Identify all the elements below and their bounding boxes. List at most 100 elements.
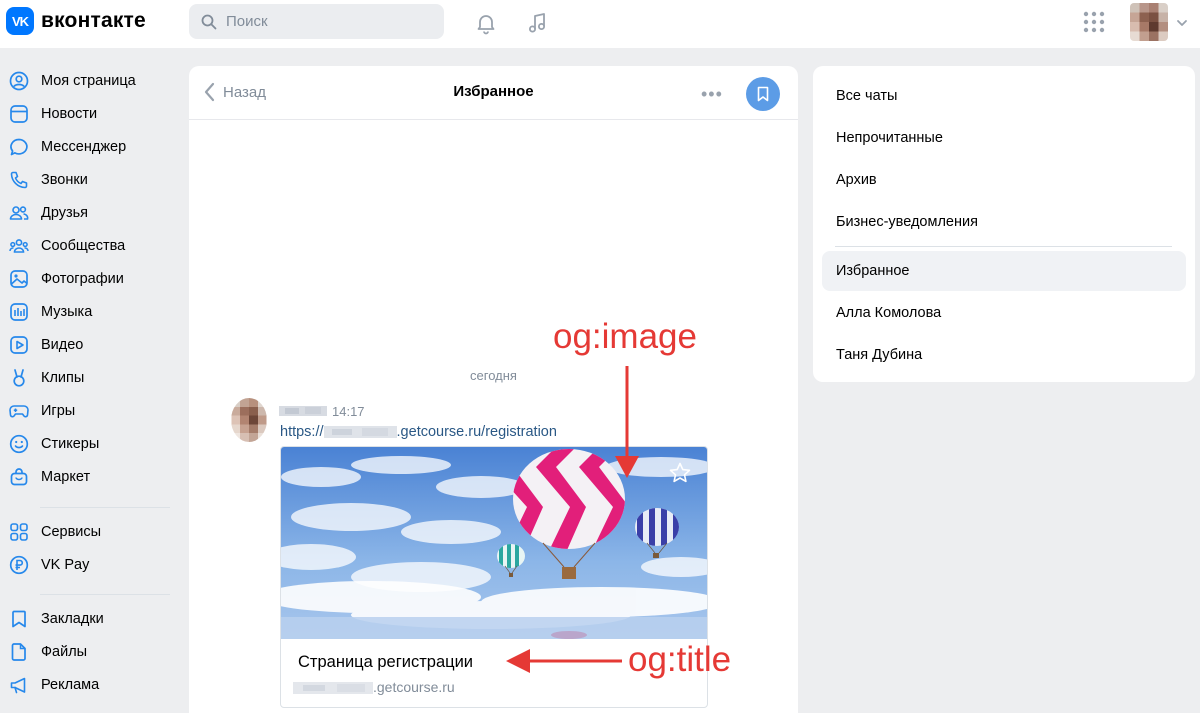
sidebar-item-stickers[interactable]: Стикеры (8, 428, 178, 460)
sidebar-item-label: Игры (41, 403, 76, 419)
chat-label: Избранное (836, 263, 910, 279)
sidebar-item-files[interactable]: Файлы (8, 636, 178, 668)
sidebar-item-label: Новости (41, 106, 98, 122)
photo-icon (8, 268, 30, 290)
filter-business-notifications[interactable]: Бизнес-уведомления (822, 202, 1186, 242)
sidebar-item-bookmarks[interactable]: Закладки (8, 603, 178, 635)
sidebar-item-label: Друзья (41, 205, 89, 221)
profile-avatar[interactable] (1130, 3, 1168, 41)
sidebar-item-communities[interactable]: Сообщества (8, 230, 178, 262)
sidebar-item-label: Сообщества (41, 238, 126, 254)
bookmark-icon (8, 608, 30, 630)
sidebar-item-services[interactable]: Сервисы (8, 516, 178, 548)
music-player-button[interactable] (523, 8, 553, 38)
chat-alla-komolova[interactable]: Алла Комолова (822, 293, 1186, 333)
sticker-icon (8, 433, 30, 455)
sidebar-divider (40, 507, 170, 508)
filter-unread[interactable]: Непрочитанные (822, 118, 1186, 158)
sidebar-item-ads[interactable]: Реклама (8, 669, 178, 701)
vk-logo-text: вконтакте (41, 9, 146, 32)
phone-icon (8, 169, 30, 191)
notifications-button[interactable] (471, 8, 501, 38)
link-suffix: .getcourse.ru/registration (396, 424, 557, 440)
search-input[interactable]: Поиск (189, 4, 444, 39)
message-time: 14:17 (332, 404, 365, 419)
sidebar-item-vkpay[interactable]: VK Pay (8, 549, 178, 581)
friends-icon (8, 202, 30, 224)
sidebar-item-market[interactable]: Маркет (8, 461, 178, 493)
chat-favorites[interactable]: Избранное (822, 251, 1186, 291)
annotation-og-image: og:image (553, 317, 697, 356)
sidebar-item-friends[interactable]: Друзья (8, 197, 178, 229)
message-link[interactable]: https:// .getcourse.ru/registration (280, 424, 557, 440)
music-note-icon (529, 13, 545, 33)
sidebar-item-label: VK Pay (41, 557, 90, 573)
apps-grid-icon[interactable] (1082, 10, 1106, 34)
chat-label: Алла Комолова (836, 305, 942, 321)
chat-panel: Назад Избранное ••• сегодня 14:17 https:… (189, 66, 798, 713)
sidebar-item-music[interactable]: Музыка (8, 296, 178, 328)
services-icon (8, 521, 30, 543)
filter-label: Бизнес-уведомления (836, 214, 978, 230)
redacted-subdomain (323, 426, 397, 439)
chat-label: Таня Дубина (836, 347, 923, 363)
filter-archive[interactable]: Архив (822, 160, 1186, 200)
top-bar: VK вконтакте Поиск (0, 0, 1200, 48)
annotation-og-title: og:title (628, 640, 732, 679)
sidebar-item-label: Файлы (41, 644, 88, 660)
sidebar-item-label: Видео (41, 337, 84, 353)
filter-label: Архив (836, 172, 877, 188)
sidebar-item-label: Звонки (41, 172, 88, 188)
preview-title[interactable]: Страница регистрации (298, 653, 473, 672)
favorites-avatar[interactable] (746, 77, 780, 111)
music-icon (8, 301, 30, 323)
message-icon (8, 136, 30, 158)
communities-icon (8, 235, 30, 257)
sidebar-item-photos[interactable]: Фотографии (8, 263, 178, 295)
sidebar-item-label: Сервисы (41, 524, 102, 540)
vk-logo-mark: VK (6, 7, 34, 35)
sidebar-item-label: Музыка (41, 304, 93, 320)
message-author-avatar[interactable] (231, 398, 267, 442)
search-icon (201, 14, 217, 29)
sidebar-divider (40, 594, 170, 595)
user-circle-icon (8, 70, 30, 92)
redacted-domain-prefix (293, 682, 373, 695)
sidebar-item-calls[interactable]: Звонки (8, 164, 178, 196)
market-icon (8, 466, 30, 488)
chat-tanya-dubina[interactable]: Таня Дубина (822, 335, 1186, 375)
preview-image-balloons[interactable] (281, 447, 708, 639)
search-placeholder: Поиск (226, 13, 268, 30)
clips-icon (8, 367, 30, 389)
sidebar-item-label: Закладки (41, 611, 104, 627)
megaphone-icon (8, 674, 30, 696)
bookmark-icon (757, 86, 769, 102)
file-icon (8, 641, 30, 663)
gamepad-icon (8, 400, 30, 422)
chat-filters-panel: Все чаты Непрочитанные Архив Бизнес-увед… (813, 66, 1195, 382)
news-icon (8, 103, 30, 125)
sidebar-item-news[interactable]: Новости (8, 98, 178, 130)
filter-all-chats[interactable]: Все чаты (822, 76, 1186, 116)
vk-logo[interactable]: VK вконтакте (6, 7, 146, 35)
preview-domain: .getcourse.ru (293, 679, 455, 695)
star-icon[interactable] (668, 461, 692, 485)
filters-divider (835, 246, 1172, 247)
sidebar-item-label: Фотографии (41, 271, 124, 287)
bell-icon (477, 15, 495, 35)
sidebar-item-label: Стикеры (41, 436, 100, 452)
sidebar-item-my-page[interactable]: Моя страница (8, 65, 178, 97)
message-author-name-redacted[interactable] (279, 406, 327, 416)
sidebar-item-label: Моя страница (41, 73, 136, 89)
sidebar-item-video[interactable]: Видео (8, 329, 178, 361)
sidebar-item-label: Реклама (41, 677, 100, 693)
domain-suffix: .getcourse.ru (373, 679, 455, 695)
date-divider: сегодня (470, 368, 517, 383)
sidebar-item-messenger[interactable]: Мессенджер (8, 131, 178, 163)
link-prefix: https:// (280, 424, 324, 440)
sidebar-item-clips[interactable]: Клипы (8, 362, 178, 394)
sidebar-item-label: Клипы (41, 370, 85, 386)
sidebar-item-games[interactable]: Игры (8, 395, 178, 427)
chevron-down-icon[interactable] (1176, 18, 1188, 28)
more-options-button[interactable]: ••• (701, 84, 723, 105)
